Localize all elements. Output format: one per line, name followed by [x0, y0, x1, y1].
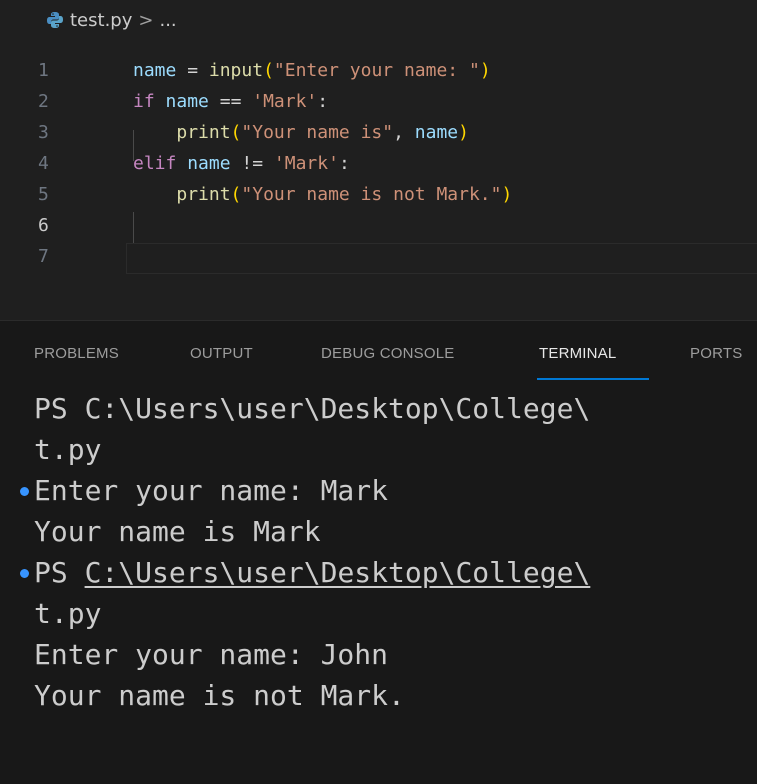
python-file-icon [46, 11, 64, 29]
breadcrumb: test.py > ... [0, 0, 757, 40]
code-token: print [176, 122, 231, 143]
line-number: 7 [38, 246, 49, 267]
code-text: print("Your name is not Mark.") [133, 179, 512, 210]
code-token: name [414, 122, 459, 143]
command-decoration-icon[interactable] [20, 487, 29, 496]
code-token: ) [458, 122, 469, 143]
code-token: : [338, 153, 350, 174]
code-line[interactable]: 7 [0, 241, 757, 272]
code-token: name [187, 153, 231, 174]
code-token: 'Mark' [273, 153, 339, 174]
code-token: 'Mark' [252, 91, 318, 112]
code-text: name = input("Enter your name: ") [133, 55, 491, 86]
code-token: , [393, 122, 415, 143]
terminal-path-link[interactable]: C:\Users\user\Desktop\College\ [85, 556, 591, 589]
terminal-line: Your name is not Mark. [34, 676, 405, 716]
terminal-text: Enter your name: Mark [34, 474, 389, 507]
code-token: input [208, 60, 264, 81]
tab-problems[interactable]: PROBLEMS [34, 345, 119, 362]
panel-tabs: PROBLEMS OUTPUT DEBUG CONSOLE TERMINAL P… [0, 321, 757, 389]
code-line[interactable]: 4 elif name != 'Mark': [0, 148, 757, 179]
terminal-line: t.py [34, 430, 101, 470]
terminal-text: Your name is not Mark. [34, 679, 405, 712]
breadcrumb-more[interactable]: ... [159, 10, 176, 31]
terminal-line: PS C:\Users\user\Desktop\College\ [34, 389, 590, 429]
editor[interactable]: test.py > ... 1 name = input("Enter your … [0, 0, 757, 320]
terminal-line: PS C:\Users\user\Desktop\College\ [34, 553, 590, 593]
code-token: != [230, 153, 274, 174]
terminal-text: t.py [34, 597, 102, 630]
line-number: 3 [38, 122, 49, 143]
terminal-line: t.py [34, 594, 101, 634]
code-line[interactable]: 6 [0, 210, 757, 241]
code-token: ( [263, 60, 274, 81]
terminal-line: Enter your name: John [34, 635, 388, 675]
line-number: 5 [38, 184, 49, 205]
code-text: print("Your name is", name) [133, 117, 469, 148]
breadcrumb-file[interactable]: test.py [70, 10, 132, 31]
line-number: 6 [38, 215, 49, 236]
breadcrumb-separator: > [138, 9, 154, 31]
code-text: if name == 'Mark': [133, 86, 328, 117]
code-token: : [317, 91, 329, 112]
tab-output[interactable]: OUTPUT [190, 345, 253, 362]
bottom-panel: PROBLEMS OUTPUT DEBUG CONSOLE TERMINAL P… [0, 320, 757, 784]
prompt-prefix: PS [34, 556, 85, 589]
line-number: 4 [38, 153, 49, 174]
terminal-text: Enter your name: John [34, 638, 389, 671]
code-token: "Your name is" [241, 122, 394, 143]
code-token: if [133, 91, 155, 112]
code-token: print [176, 184, 231, 205]
tab-ports[interactable]: PORTS [690, 345, 742, 362]
code-token: ) [501, 184, 513, 205]
tab-debug-console[interactable]: DEBUG CONSOLE [321, 345, 454, 362]
code-token: == [208, 91, 253, 112]
line-number: 1 [38, 60, 49, 81]
code-token: ( [230, 122, 242, 143]
code-text: elif name != 'Mark': [133, 148, 350, 179]
code-line[interactable]: 5 print("Your name is not Mark.") [0, 179, 757, 210]
code-line[interactable]: 1 name = input("Enter your name: ") [0, 55, 757, 86]
command-decoration-icon[interactable] [20, 569, 29, 578]
code-token: ( [230, 184, 242, 205]
code-token: "Your name is not Mark." [241, 184, 502, 205]
code-token: elif [133, 153, 177, 174]
terminal-line: Your name is Mark [34, 512, 321, 552]
terminal-text: PS C:\Users\user\Desktop\College\ [34, 392, 591, 425]
code-token: "Enter your name: " [273, 60, 480, 81]
tab-terminal[interactable]: TERMINAL [539, 345, 616, 362]
active-tab-indicator [537, 378, 649, 380]
terminal-line: Enter your name: Mark [34, 471, 388, 511]
code-token: name [133, 60, 177, 81]
code-token: = [176, 60, 209, 81]
code-token: name [165, 91, 209, 112]
terminal-text: Your name is Mark [34, 515, 321, 548]
line-number: 2 [38, 91, 49, 112]
code-line[interactable]: 2 if name == 'Mark': [0, 86, 757, 117]
code-line[interactable]: 3 print("Your name is", name) [0, 117, 757, 148]
terminal-text: t.py [34, 433, 102, 466]
code-token: ) [479, 60, 491, 81]
